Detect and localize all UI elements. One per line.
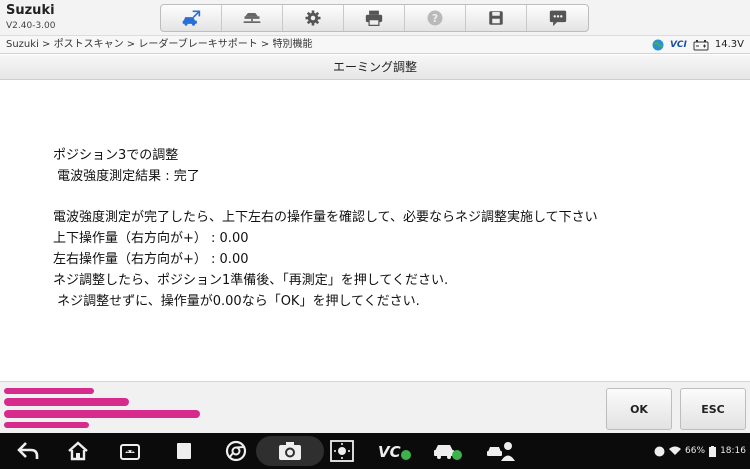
- screenshot-button[interactable]: [278, 440, 302, 462]
- chrome-icon: [225, 440, 247, 462]
- svg-text:?: ?: [432, 13, 438, 25]
- globe-icon: [652, 39, 664, 51]
- esc-button[interactable]: ESC: [680, 388, 746, 430]
- system-nav-bar: VC 66% 18:16: [0, 433, 750, 469]
- back-arrow-icon: [17, 442, 39, 459]
- help-icon: ?: [427, 10, 443, 26]
- breadcrumb: Suzuki > ポストスキャン > レーダーブレーキサポート > 特別機能: [6, 39, 313, 50]
- android-apps-button[interactable]: [118, 440, 142, 462]
- bluetooth-badge-icon: [654, 446, 665, 456]
- vci-button[interactable]: VC: [378, 440, 412, 462]
- save-icon: [489, 11, 503, 25]
- system-status: 66% 18:16: [654, 445, 746, 457]
- display-brightness-button[interactable]: [330, 440, 354, 462]
- gear-icon: [305, 10, 321, 26]
- recent-apps-icon: [177, 443, 191, 459]
- print-button[interactable]: [344, 5, 405, 31]
- vci-status: VCI: [669, 40, 687, 50]
- ok-button[interactable]: OK: [606, 388, 672, 430]
- battery-icon: [693, 39, 709, 50]
- redaction-mark: [4, 388, 94, 394]
- message-button[interactable]: [527, 5, 588, 31]
- svg-text:VC: VC: [378, 443, 401, 461]
- settings-button[interactable]: [283, 5, 344, 31]
- lift-icon: [243, 13, 261, 23]
- help-button[interactable]: ?: [405, 5, 466, 31]
- action-bar: OK ESC: [0, 381, 750, 433]
- chat-icon: [549, 10, 566, 27]
- voltage-reading: 14.3V: [714, 39, 744, 50]
- browser-button[interactable]: [224, 440, 248, 462]
- battery-percentage: 66%: [685, 446, 706, 456]
- brand-block: Suzuki V2.40-3.00: [6, 3, 55, 32]
- brightness-icon: [330, 440, 354, 462]
- wifi-icon: [669, 446, 682, 455]
- camera-icon: [279, 442, 301, 460]
- redaction-mark: [4, 410, 200, 418]
- recent-apps-button[interactable]: [172, 440, 196, 462]
- battery-level-icon: [709, 445, 717, 457]
- status-area: VCI 14.3V: [652, 38, 744, 52]
- vehicle-diagnostics-button[interactable]: [432, 440, 462, 462]
- lift-button[interactable]: [222, 5, 283, 31]
- instruction-panel: ポジション3での調整 電波強度測定結果 : 完了 電波強度測定が完了したら、上下…: [0, 81, 750, 381]
- car-check-icon: [434, 445, 462, 460]
- back-button[interactable]: [16, 440, 40, 462]
- home-icon: [68, 441, 88, 461]
- software-version: V2.40-3.00: [6, 21, 56, 31]
- redaction-mark: [4, 398, 129, 406]
- adjustment-result-text: ポジション3での調整 電波強度測定結果 : 完了: [53, 148, 200, 184]
- title-bar: エーミング調整: [0, 55, 750, 80]
- home-button[interactable]: [66, 440, 90, 462]
- vci-icon: VC: [378, 443, 411, 461]
- breadcrumb-bar: Suzuki > ポストスキャン > レーダーブレーキサポート > 特別機能 V…: [0, 36, 750, 54]
- android-icon: [120, 444, 140, 460]
- top-header: Suzuki V2.40-3.00 ?: [0, 0, 750, 36]
- remote-user-icon: [487, 442, 515, 461]
- brand-name: Suzuki: [6, 3, 55, 18]
- car-arrow-button[interactable]: [161, 5, 222, 31]
- save-button[interactable]: [466, 5, 527, 31]
- car-arrow-icon: [182, 10, 201, 26]
- adjustment-instructions-text: 電波強度測定が完了したら、上下左右の操作量を確認して、必要ならネジ調整実施して下…: [53, 210, 598, 309]
- printer-icon: [365, 10, 383, 26]
- redaction-mark: [4, 422, 89, 428]
- main-toolbar: ?: [160, 4, 589, 32]
- clock: 18:16: [720, 446, 746, 456]
- page-title: エーミング調整: [332, 60, 417, 74]
- remote-expert-button[interactable]: [486, 440, 516, 462]
